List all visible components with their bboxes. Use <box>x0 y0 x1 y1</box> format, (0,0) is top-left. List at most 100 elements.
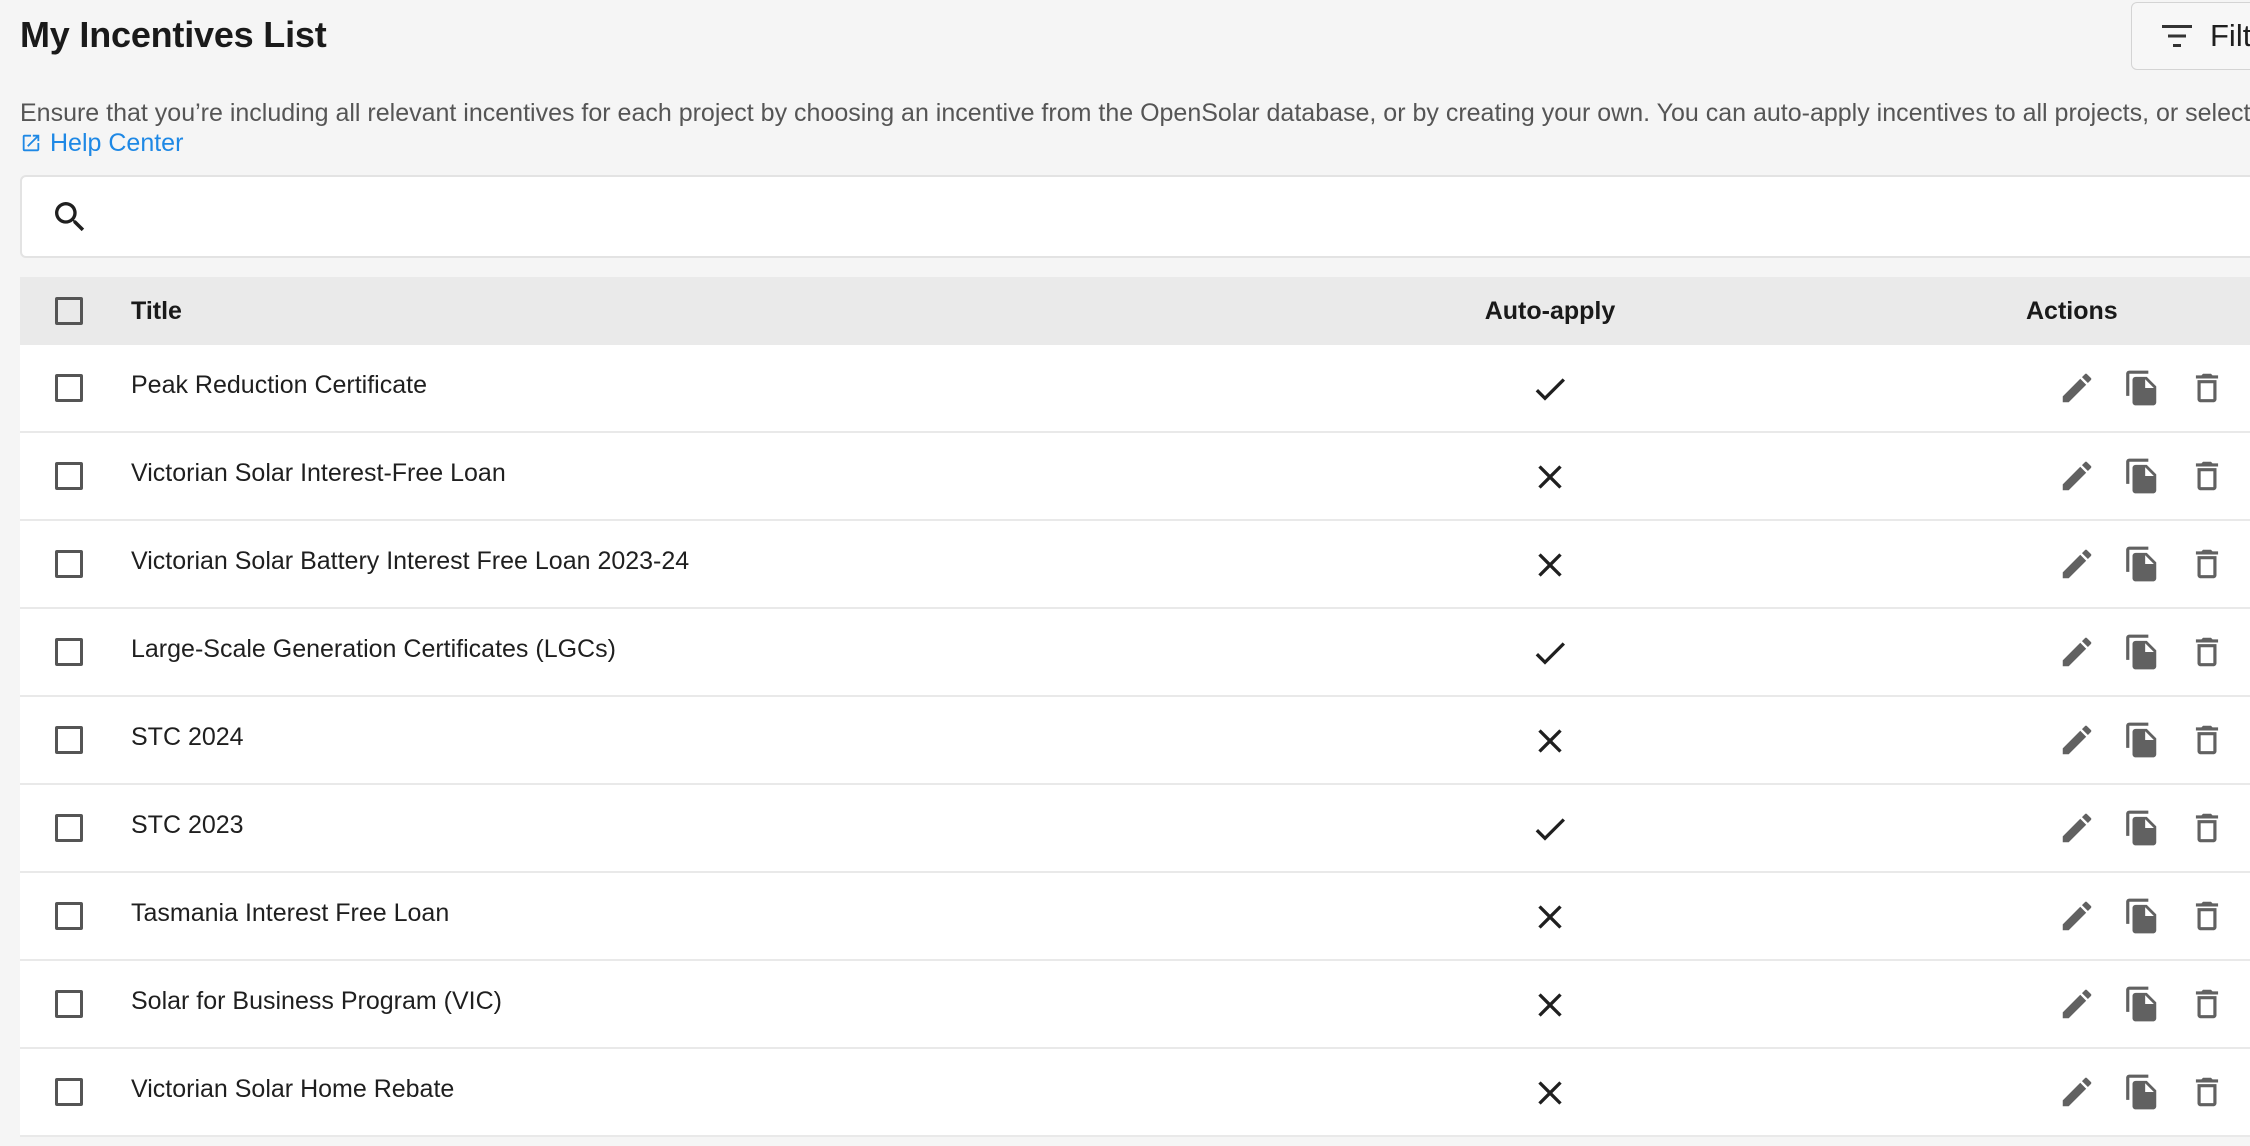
check-icon <box>1535 642 1565 665</box>
table-row[interactable]: Peak Reduction Certificate <box>20 345 2250 433</box>
search-icon <box>55 202 85 232</box>
incentives-table: Title Auto-apply Actions Peak Reduction … <box>20 277 2250 1137</box>
filter-button-label: Filt <box>2210 18 2250 53</box>
incentive-title[interactable]: Peak Reduction Certificate <box>131 371 427 400</box>
copy-icon <box>2126 810 2157 846</box>
page-title: My Incentives List <box>20 14 327 55</box>
edit-button[interactable] <box>2056 983 2098 1025</box>
duplicate-button[interactable] <box>2121 631 2163 673</box>
edit-icon <box>2062 901 2092 931</box>
row-checkbox[interactable] <box>55 462 83 490</box>
delete-icon <box>2195 901 2219 931</box>
column-header-auto-apply[interactable]: Auto-apply <box>1470 297 1630 326</box>
incentive-title[interactable]: Large-Scale Generation Certificates (LGC… <box>131 635 616 664</box>
table-row[interactable]: Large-Scale Generation Certificates (LGC… <box>20 609 2250 697</box>
edit-button[interactable] <box>2056 455 2098 497</box>
edit-button[interactable] <box>2056 719 2098 761</box>
edit-button[interactable] <box>2056 807 2098 849</box>
search-input[interactable] <box>112 187 2216 249</box>
edit-button[interactable] <box>2056 543 2098 585</box>
close-icon <box>1538 729 1562 753</box>
row-actions <box>2056 1071 2228 1113</box>
filter-button[interactable]: Filt <box>2131 2 2250 70</box>
edit-icon <box>2062 461 2092 491</box>
duplicate-button[interactable] <box>2121 543 2163 585</box>
delete-button[interactable] <box>2186 807 2228 849</box>
table-row[interactable]: STC 2023 <box>20 785 2250 873</box>
delete-icon <box>2195 461 2219 491</box>
incentive-title[interactable]: STC 2024 <box>131 723 244 752</box>
delete-button[interactable] <box>2186 983 2228 1025</box>
auto-apply-status <box>1530 1073 1570 1113</box>
copy-icon <box>2126 634 2157 670</box>
incentive-title[interactable]: Victorian Solar Interest-Free Loan <box>131 459 506 488</box>
copy-icon <box>2126 986 2157 1022</box>
duplicate-button[interactable] <box>2121 807 2163 849</box>
copy-icon <box>2126 1074 2157 1110</box>
copy-icon <box>2126 458 2157 494</box>
check-icon <box>1535 378 1565 401</box>
duplicate-button[interactable] <box>2121 895 2163 937</box>
auto-apply-status <box>1530 633 1570 673</box>
search-box[interactable] <box>20 175 2250 258</box>
column-header-title[interactable]: Title <box>131 297 182 326</box>
row-actions <box>2056 631 2228 673</box>
row-checkbox[interactable] <box>55 902 83 930</box>
row-checkbox[interactable] <box>55 726 83 754</box>
incentive-title[interactable]: Victorian Solar Battery Interest Free Lo… <box>131 547 689 576</box>
help-center-label: Help Center <box>50 129 184 157</box>
row-actions <box>2056 719 2228 761</box>
row-checkbox[interactable] <box>55 990 83 1018</box>
select-all-checkbox[interactable] <box>55 297 83 325</box>
delete-icon <box>2195 813 2219 843</box>
incentive-title[interactable]: Victorian Solar Home Rebate <box>131 1075 454 1104</box>
auto-apply-status <box>1530 457 1570 497</box>
delete-icon <box>2195 373 2219 403</box>
help-center-link[interactable]: Help Center <box>20 128 183 158</box>
row-actions <box>2056 367 2228 409</box>
row-checkbox[interactable] <box>55 814 83 842</box>
incentive-title[interactable]: STC 2023 <box>131 811 244 840</box>
edit-icon <box>2062 989 2092 1019</box>
table-row[interactable]: Solar for Business Program (VIC) <box>20 961 2250 1049</box>
delete-icon <box>2195 637 2219 667</box>
duplicate-button[interactable] <box>2121 367 2163 409</box>
row-checkbox[interactable] <box>55 550 83 578</box>
duplicate-button[interactable] <box>2121 719 2163 761</box>
edit-button[interactable] <box>2056 367 2098 409</box>
delete-button[interactable] <box>2186 367 2228 409</box>
table-row[interactable]: Victorian Solar Interest-Free Loan <box>20 433 2250 521</box>
table-row[interactable]: STC 2024 <box>20 697 2250 785</box>
duplicate-button[interactable] <box>2121 455 2163 497</box>
row-checkbox[interactable] <box>55 638 83 666</box>
incentive-title[interactable]: Tasmania Interest Free Loan <box>131 899 449 928</box>
table-header: Title Auto-apply Actions <box>20 277 2250 345</box>
delete-button[interactable] <box>2186 895 2228 937</box>
delete-button[interactable] <box>2186 543 2228 585</box>
close-icon <box>1538 1081 1562 1105</box>
edit-button[interactable] <box>2056 631 2098 673</box>
copy-icon <box>2126 898 2157 934</box>
edit-button[interactable] <box>2056 895 2098 937</box>
duplicate-button[interactable] <box>2121 983 2163 1025</box>
table-body: Peak Reduction Certificate Victorian Sol <box>20 345 2250 1137</box>
auto-apply-status <box>1530 369 1570 409</box>
auto-apply-status <box>1530 721 1570 761</box>
incentive-title[interactable]: Solar for Business Program (VIC) <box>131 987 502 1016</box>
delete-button[interactable] <box>2186 1071 2228 1113</box>
delete-button[interactable] <box>2186 455 2228 497</box>
row-actions <box>2056 895 2228 937</box>
filter-icon <box>2162 25 2192 47</box>
edit-button[interactable] <box>2056 1071 2098 1113</box>
row-checkbox[interactable] <box>55 374 83 402</box>
table-row[interactable]: Victorian Solar Battery Interest Free Lo… <box>20 521 2250 609</box>
row-checkbox[interactable] <box>55 1078 83 1106</box>
delete-button[interactable] <box>2186 631 2228 673</box>
duplicate-button[interactable] <box>2121 1071 2163 1113</box>
auto-apply-status <box>1530 545 1570 585</box>
delete-button[interactable] <box>2186 719 2228 761</box>
edit-icon <box>2062 373 2092 403</box>
table-row[interactable]: Victorian Solar Home Rebate <box>20 1049 2250 1137</box>
table-row[interactable]: Tasmania Interest Free Loan <box>20 873 2250 961</box>
edit-icon <box>2062 1077 2092 1107</box>
